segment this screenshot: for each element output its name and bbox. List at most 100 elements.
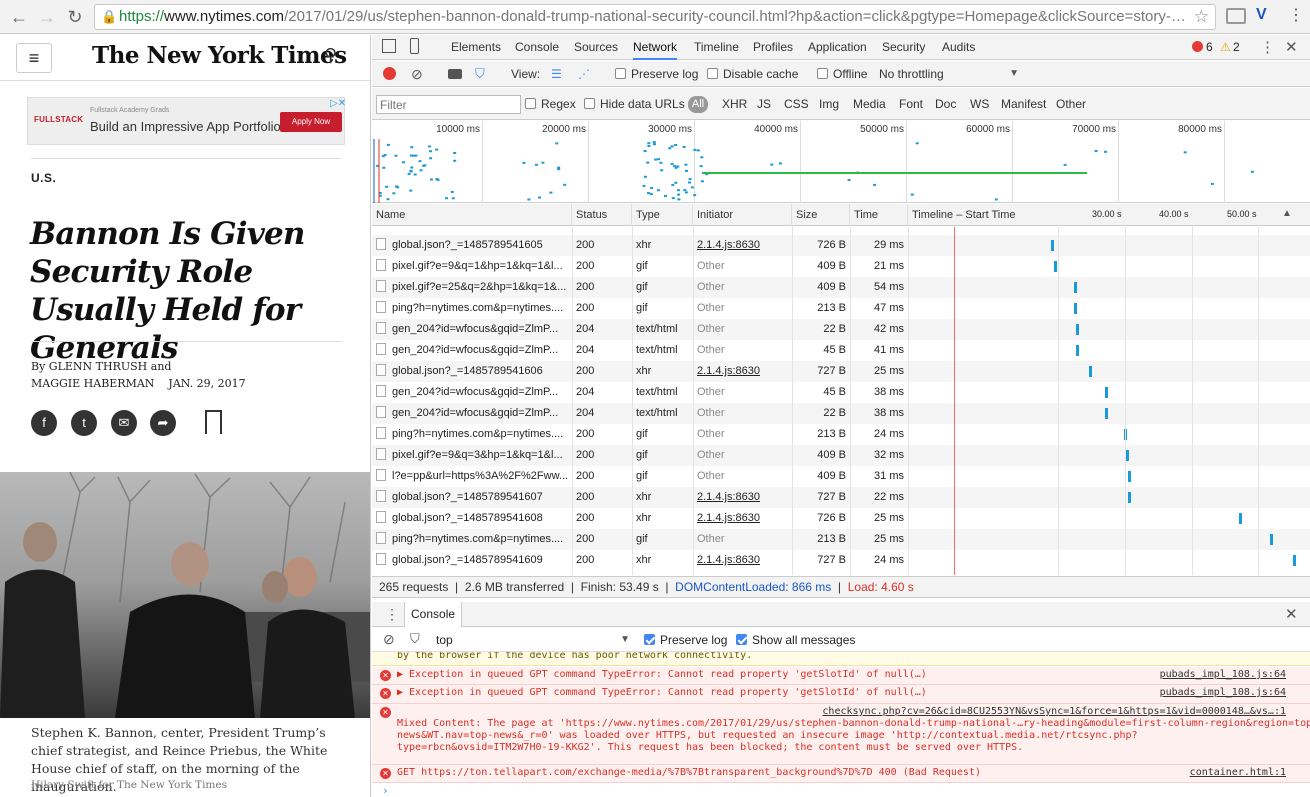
request-name-text[interactable]: ping?h=nytimes.com&p=nytimes.... <box>392 533 563 545</box>
tab-profiles[interactable]: Profiles <box>753 35 793 60</box>
table-row[interactable]: gen_204?id=wfocus&gqid=ZlmP... 204 text/ht… <box>372 382 1310 403</box>
tab-network[interactable]: Network <box>633 35 678 60</box>
ad-apply-button[interactable]: Apply Now <box>280 112 342 132</box>
console-source-link[interactable]: pubads_impl_108.js:64 <box>1160 687 1286 699</box>
show-all-messages-checkbox[interactable]: Show all messages <box>736 628 855 652</box>
request-name-text[interactable]: ping?h=nytimes.com&p=nytimes.... <box>392 302 563 314</box>
column-initiator[interactable]: Initiator <box>693 204 792 226</box>
table-row[interactable]: global.json?_=1485789541607 200 xhr 2.1.4.j… <box>372 487 1310 508</box>
console-error-message[interactable]: ✕ Mixed Content: The page at 'https://www… <box>372 704 1310 765</box>
request-name-text[interactable]: l?e=pp&url=https%3A%2F%2Fww... <box>392 470 568 482</box>
filter-all-button[interactable]: All <box>688 96 708 113</box>
column-time[interactable]: Time <box>850 204 908 226</box>
console-prompt-icon[interactable]: › <box>382 784 389 797</box>
clear-console-icon[interactable]: ⊘ <box>383 631 395 648</box>
filter-type-xhr[interactable]: XHR <box>722 88 747 120</box>
tab-security[interactable]: Security <box>882 35 925 60</box>
menu-dots-icon[interactable]: ⋮ <box>1288 5 1304 25</box>
hide-data-urls-checkbox[interactable]: Hide data URLs <box>584 88 685 120</box>
request-initiator[interactable]: 2.1.4.js:8630 <box>693 361 792 382</box>
filter-type-css[interactable]: CSS <box>784 88 809 120</box>
devtools-menu-icon[interactable]: ⋮ <box>1260 35 1275 60</box>
offline-checkbox[interactable]: Offline <box>817 61 867 87</box>
close-drawer-icon[interactable]: ✕ <box>1285 602 1298 627</box>
email-icon[interactable]: ✉ <box>111 410 137 436</box>
sort-ascending-icon[interactable]: ▲ <box>1282 208 1292 219</box>
console-source-link[interactable]: checksync.php?cv=26&cid=8CU2553YN&vsSync… <box>822 706 1286 718</box>
network-overview[interactable]: 10000 ms 20000 ms 30000 ms 40000 ms 50000 ms… <box>372 121 1310 203</box>
section-label[interactable]: U.S. <box>31 171 56 185</box>
bookmark-icon[interactable] <box>205 410 222 434</box>
filter-type-js[interactable]: JS <box>757 88 771 120</box>
tab-audits[interactable]: Audits <box>942 35 975 60</box>
facebook-icon[interactable]: f <box>31 410 57 436</box>
advertisement-banner[interactable]: FULLSTACK Fullstack Academy Grads Build … <box>27 97 346 145</box>
filter-input[interactable] <box>376 95 521 114</box>
error-count[interactable]: 6 <box>1206 35 1213 60</box>
console-preserve-log-checkbox[interactable]: Preserve log <box>644 628 727 652</box>
reload-icon[interactable]: ↻ <box>62 4 88 30</box>
filter-type-manifest[interactable]: Manifest <box>1001 88 1046 120</box>
table-row[interactable]: gen_204?id=wfocus&gqid=ZlmP... 204 text/ht… <box>372 340 1310 361</box>
disable-cache-checkbox[interactable]: Disable cache <box>707 61 798 87</box>
table-row[interactable]: global.json?_=1485789541609 200 xhr 2.1.4.j… <box>372 550 1310 571</box>
request-initiator-text[interactable]: 2.1.4.js:8630 <box>697 512 760 524</box>
request-initiator[interactable]: 2.1.4.js:8630 <box>693 508 792 529</box>
warning-count[interactable]: 2 <box>1233 35 1240 60</box>
clear-icon[interactable]: ⊘ <box>411 61 423 87</box>
table-row[interactable]: global.json?_=1485789541605 200 xhr 2.1.4.j… <box>372 235 1310 256</box>
request-name-text[interactable]: pixel.gif?e=25&q=2&hp=1&kq=1&... <box>392 281 566 293</box>
request-initiator-text[interactable]: 2.1.4.js:8630 <box>697 365 760 377</box>
filter-type-media[interactable]: Media <box>853 88 886 120</box>
table-row[interactable]: gen_204?id=wfocus&gqid=ZlmP... 204 text/ht… <box>372 403 1310 424</box>
request-name-text[interactable]: pixel.gif?e=9&q=3&hp=1&kq=1&l... <box>392 449 563 461</box>
filter-icon[interactable]: ⛉ <box>475 61 485 87</box>
tab-console[interactable]: Console <box>515 35 559 60</box>
throttling-select[interactable]: No throttling ▼ <box>879 61 1019 87</box>
table-row[interactable]: gen_204?id=wfocus&gqid=ZlmP... 204 text/ht… <box>372 319 1310 340</box>
column-type[interactable]: Type <box>632 204 693 226</box>
filter-type-other[interactable]: Other <box>1056 88 1086 120</box>
request-name-text[interactable]: ping?h=nytimes.com&p=nytimes.... <box>392 428 563 440</box>
request-name-text[interactable]: gen_204?id=wfocus&gqid=ZlmP... <box>392 407 558 419</box>
request-initiator-text[interactable]: 2.1.4.js:8630 <box>697 554 760 566</box>
drawer-menu-icon[interactable]: ⋮ <box>385 602 399 627</box>
cast-icon[interactable] <box>1226 8 1246 24</box>
column-name[interactable]: Name <box>372 204 572 226</box>
table-row[interactable]: pixel.gif?e=25&q=2&hp=1&kq=1&... 200 gif Ot… <box>372 277 1310 298</box>
request-name-text[interactable]: global.json?_=1485789541609 <box>392 554 543 566</box>
table-row[interactable]: global.json?_=1485789541608 200 xhr 2.1.4.j… <box>372 508 1310 529</box>
request-initiator-text[interactable]: 2.1.4.js:8630 <box>697 491 760 503</box>
column-size[interactable]: Size <box>792 204 850 226</box>
request-name-text[interactable]: global.json?_=1485789541607 <box>392 491 543 503</box>
column-status[interactable]: Status <box>572 204 632 226</box>
twitter-icon[interactable]: t <box>71 410 97 436</box>
device-mode-icon[interactable] <box>410 38 419 54</box>
console-error-message[interactable]: ✕ ▶ Exception in queued GPT command TypeE… <box>372 685 1310 704</box>
column-timeline[interactable]: Timeline – Start Time <box>908 204 1068 226</box>
table-row[interactable]: ping?h=nytimes.com&p=nytimes.... 200 gif Ot… <box>372 298 1310 319</box>
request-name-text[interactable]: gen_204?id=wfocus&gqid=ZlmP... <box>392 323 558 335</box>
request-initiator[interactable]: 2.1.4.js:8630 <box>693 487 792 508</box>
preserve-log-checkbox[interactable]: Preserve log <box>615 61 698 87</box>
tab-application[interactable]: Application <box>808 35 867 60</box>
large-rows-icon[interactable]: ☰ <box>551 61 562 87</box>
request-initiator-text[interactable]: 2.1.4.js:8630 <box>697 239 760 251</box>
capture-screenshots-icon[interactable] <box>448 69 462 79</box>
table-row[interactable]: l?e=pp&url=https%3A%2F%2Fww... 200 gif Othe… <box>372 466 1310 487</box>
request-name-text[interactable]: gen_204?id=wfocus&gqid=ZlmP... <box>392 386 558 398</box>
console-source-link[interactable]: pubads_impl_108.js:64 <box>1160 669 1286 681</box>
hamburger-menu-icon[interactable]: ≡ <box>16 43 52 73</box>
request-name-text[interactable]: global.json?_=1485789541605 <box>392 239 543 251</box>
back-arrow-icon[interactable]: ← <box>6 4 32 30</box>
filter-type-ws[interactable]: WS <box>970 88 989 120</box>
tab-sources[interactable]: Sources <box>574 35 618 60</box>
table-row[interactable]: ping?h=nytimes.com&p=nytimes.... 200 gif Ot… <box>372 529 1310 550</box>
record-icon[interactable] <box>383 67 396 80</box>
filter-type-doc[interactable]: Doc <box>935 88 956 120</box>
regex-checkbox[interactable]: Regex <box>525 88 576 120</box>
request-initiator[interactable]: 2.1.4.js:8630 <box>693 550 792 571</box>
search-icon[interactable]: ⚲ <box>324 45 337 66</box>
filter-type-font[interactable]: Font <box>899 88 923 120</box>
extension-icon[interactable]: V <box>1256 6 1267 24</box>
